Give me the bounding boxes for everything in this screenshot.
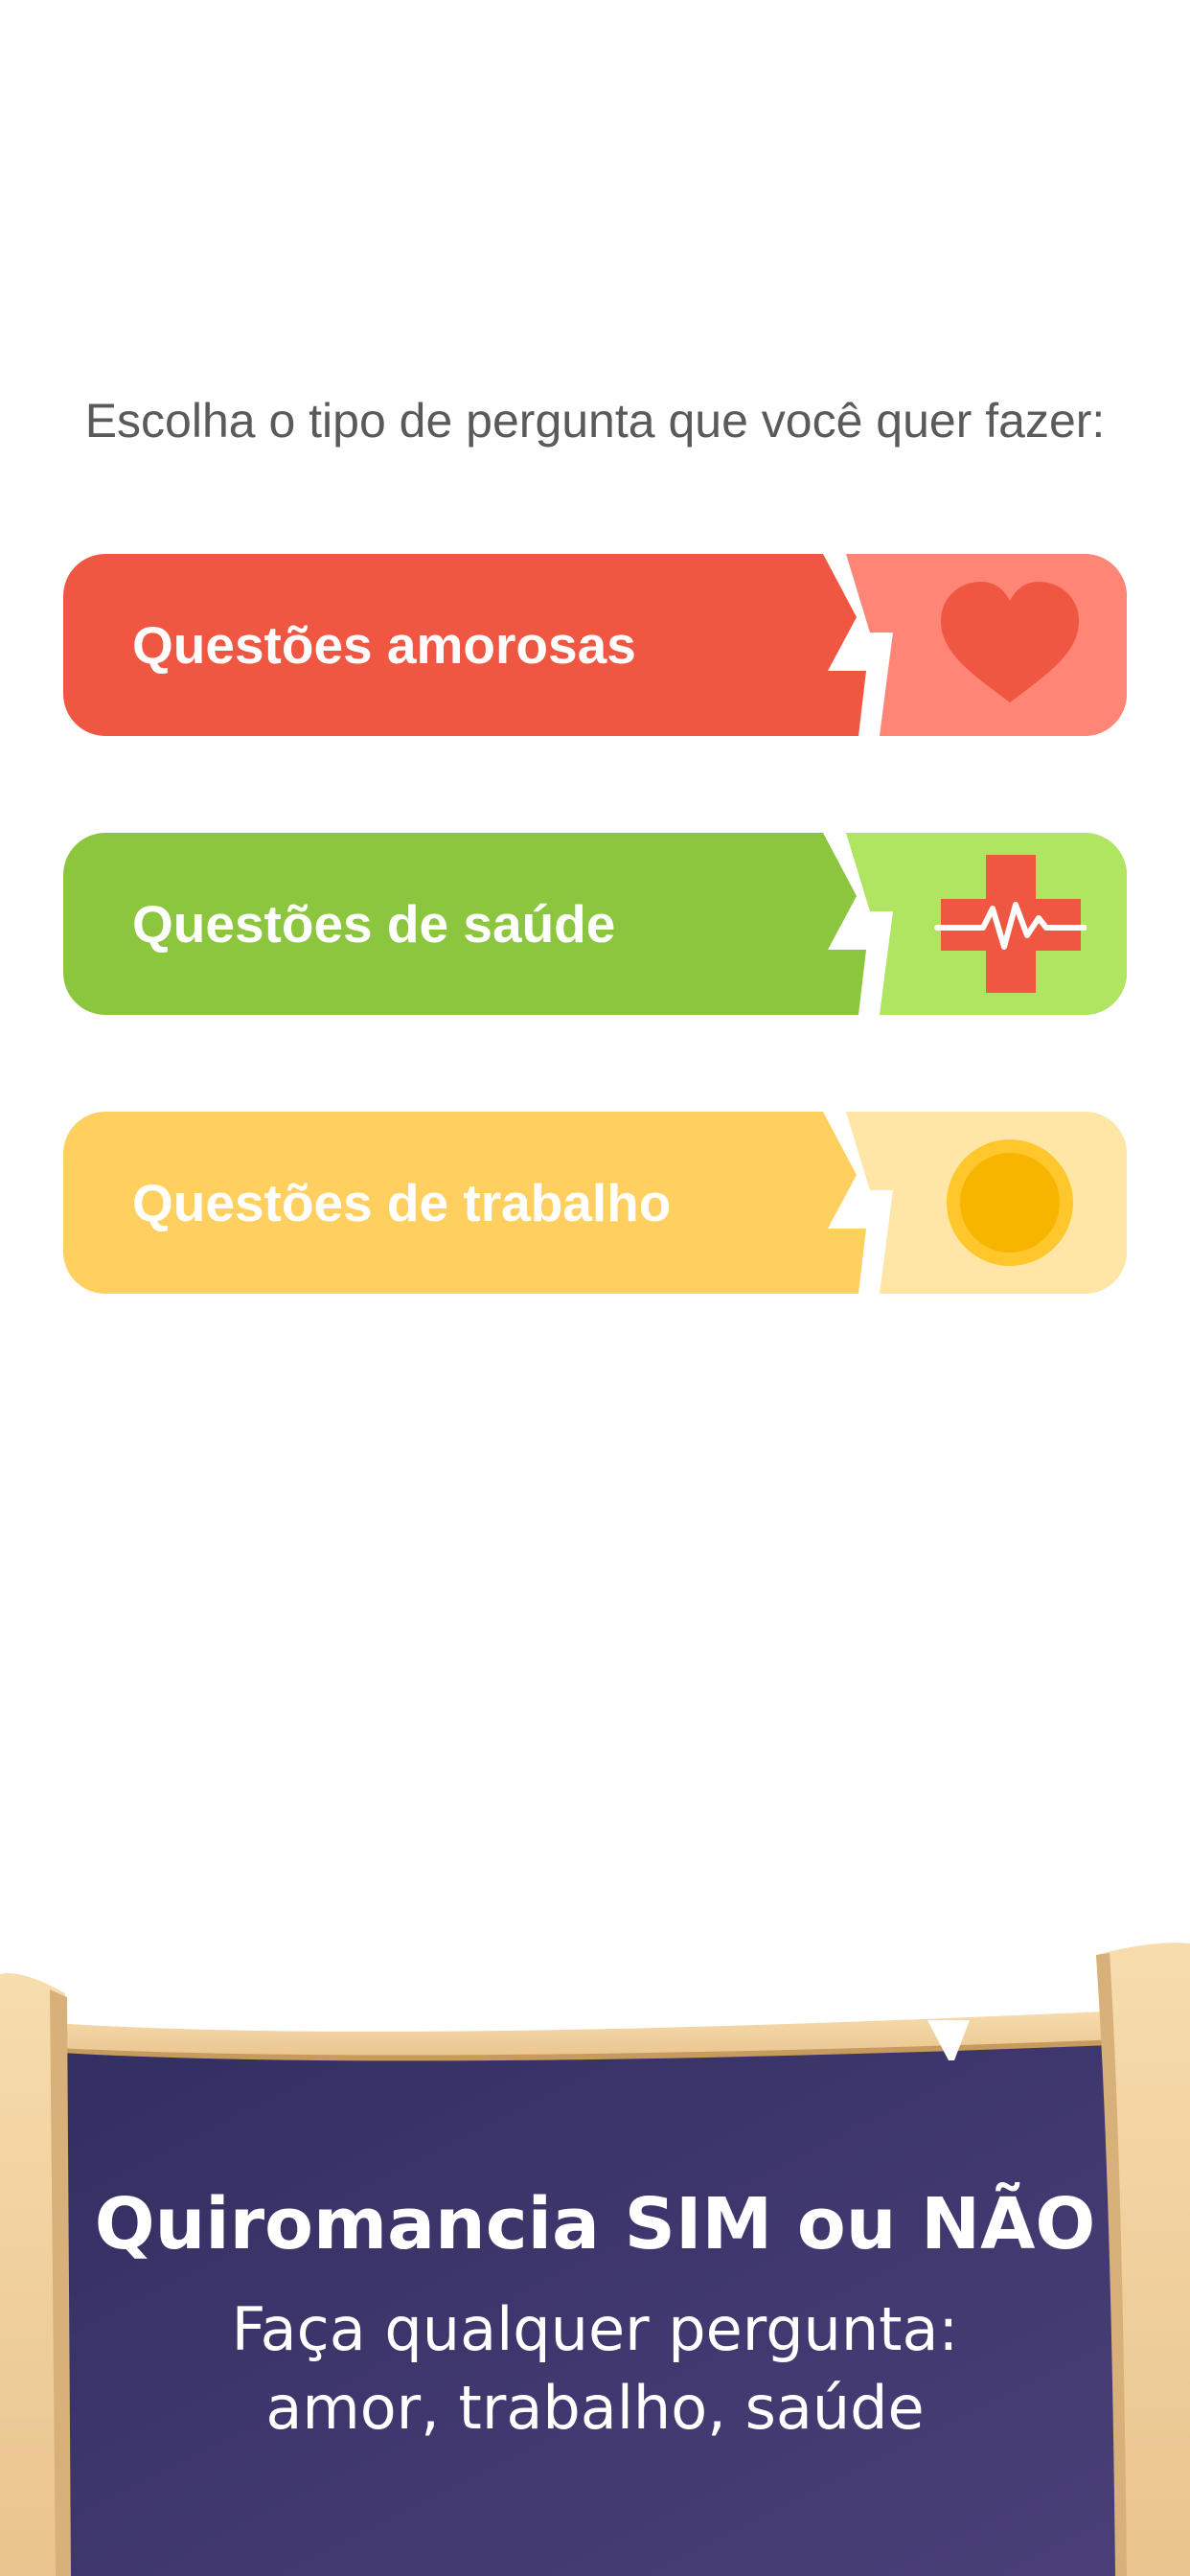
work-questions-label: Questões de trabalho — [132, 1173, 672, 1232]
banner-subtitle-line-1: Faça qualquer pergunta: — [231, 2294, 959, 2364]
question-type-prompt: Escolha o tipo de pergunta que você quer… — [84, 394, 1106, 448]
work-questions-button[interactable]: Questões de trabalho — [63, 1112, 1127, 1294]
love-questions-label: Questões amorosas — [132, 615, 636, 675]
medical-cross-heartbeat-icon — [934, 855, 1087, 993]
banner-title: Quiromancia SIM ou NÃO — [94, 2183, 1096, 2266]
promo-scroll-banner: Quiromancia SIM ou NÃO Faça qualquer per… — [0, 1926, 1190, 2576]
health-questions-label: Questões de saúde — [132, 894, 616, 954]
health-questions-button[interactable]: Questões de saúde — [63, 833, 1127, 1015]
banner-subtitle: Faça qualquer pergunta: amor, trabalho, … — [0, 2290, 1190, 2448]
banner-subtitle-line-2: amor, trabalho, saúde — [265, 2373, 925, 2443]
heart-icon — [941, 582, 1079, 702]
love-questions-button[interactable]: Questões amorosas — [63, 554, 1127, 736]
coin-icon — [947, 1139, 1073, 1266]
